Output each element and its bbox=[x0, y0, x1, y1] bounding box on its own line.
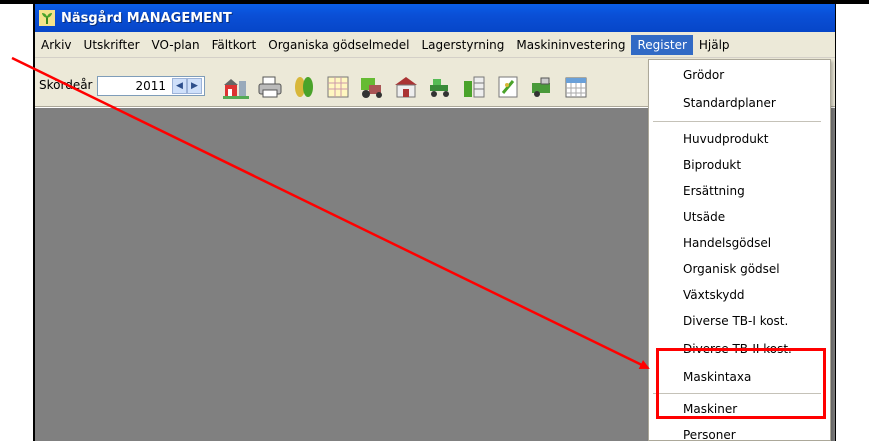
year-increment-icon[interactable]: ▶ bbox=[187, 78, 202, 94]
menu-option-huvudprodukt[interactable]: Huvudprodukt bbox=[683, 132, 768, 146]
field-grid-icon[interactable] bbox=[325, 75, 351, 99]
storage-icon[interactable] bbox=[461, 75, 487, 99]
menu-lagerstyrning[interactable]: Lagerstyrning bbox=[415, 35, 510, 55]
seed-icon[interactable] bbox=[495, 75, 521, 99]
app-logo-icon bbox=[39, 10, 55, 26]
menu-option-vaxtskydd[interactable]: Växtskydd bbox=[683, 288, 745, 302]
calendar-icon[interactable] bbox=[563, 75, 589, 99]
menu-option-diverse-tb-i[interactable]: Diverse TB-I kost. bbox=[683, 314, 788, 328]
menu-option-biprodukt[interactable]: Biprodukt bbox=[683, 158, 741, 172]
menu-utskrifter[interactable]: Utskrifter bbox=[78, 35, 146, 55]
menu-maskininvestering[interactable]: Maskininvestering bbox=[510, 35, 631, 55]
annotation-highlight-box bbox=[656, 348, 826, 419]
fertilizer-icon[interactable] bbox=[359, 75, 385, 99]
year-label: Skördeår bbox=[39, 78, 93, 92]
menu-arkiv[interactable]: Arkiv bbox=[35, 35, 78, 55]
menu-option-utsade[interactable]: Utsäde bbox=[683, 210, 725, 224]
tractor-icon[interactable] bbox=[427, 75, 453, 99]
menu-option-grodor[interactable]: Grödor bbox=[683, 68, 724, 82]
title-bar: Näsgård MANAGEMENT bbox=[35, 4, 835, 32]
machine-icon[interactable] bbox=[529, 75, 555, 99]
menu-option-ersattning[interactable]: Ersättning bbox=[683, 184, 745, 198]
barn-icon[interactable] bbox=[393, 75, 419, 99]
menu-option-personer[interactable]: Personer bbox=[683, 428, 736, 441]
crop-icon[interactable] bbox=[291, 75, 317, 99]
menu-faltkort[interactable]: Fältkort bbox=[206, 35, 263, 55]
menu-vo-plan[interactable]: VO-plan bbox=[146, 35, 206, 55]
menu-separator bbox=[653, 121, 821, 122]
farm-icon[interactable] bbox=[223, 75, 249, 99]
menu-organiska-godselmedel[interactable]: Organiska gödselmedel bbox=[262, 35, 415, 55]
window-title: Näsgård MANAGEMENT bbox=[61, 10, 232, 26]
year-decrement-icon[interactable]: ◀ bbox=[172, 78, 187, 94]
printer-icon[interactable] bbox=[257, 75, 283, 99]
menu-option-handelsgodsel[interactable]: Handelsgödsel bbox=[683, 236, 771, 250]
menu-option-organisk-godsel[interactable]: Organisk gödsel bbox=[683, 262, 780, 276]
year-spinner[interactable]: 2011 ◀ ▶ bbox=[97, 76, 205, 96]
screen-right-border bbox=[835, 0, 836, 441]
menu-register[interactable]: Register bbox=[631, 34, 693, 55]
menu-option-standardplaner[interactable]: Standardplaner bbox=[683, 96, 776, 110]
menu-hjalp[interactable]: Hjälp bbox=[693, 35, 736, 55]
menu-bar: Arkiv Utskrifter VO-plan Fältkort Organi… bbox=[35, 32, 835, 58]
year-value[interactable]: 2011 bbox=[98, 79, 172, 93]
